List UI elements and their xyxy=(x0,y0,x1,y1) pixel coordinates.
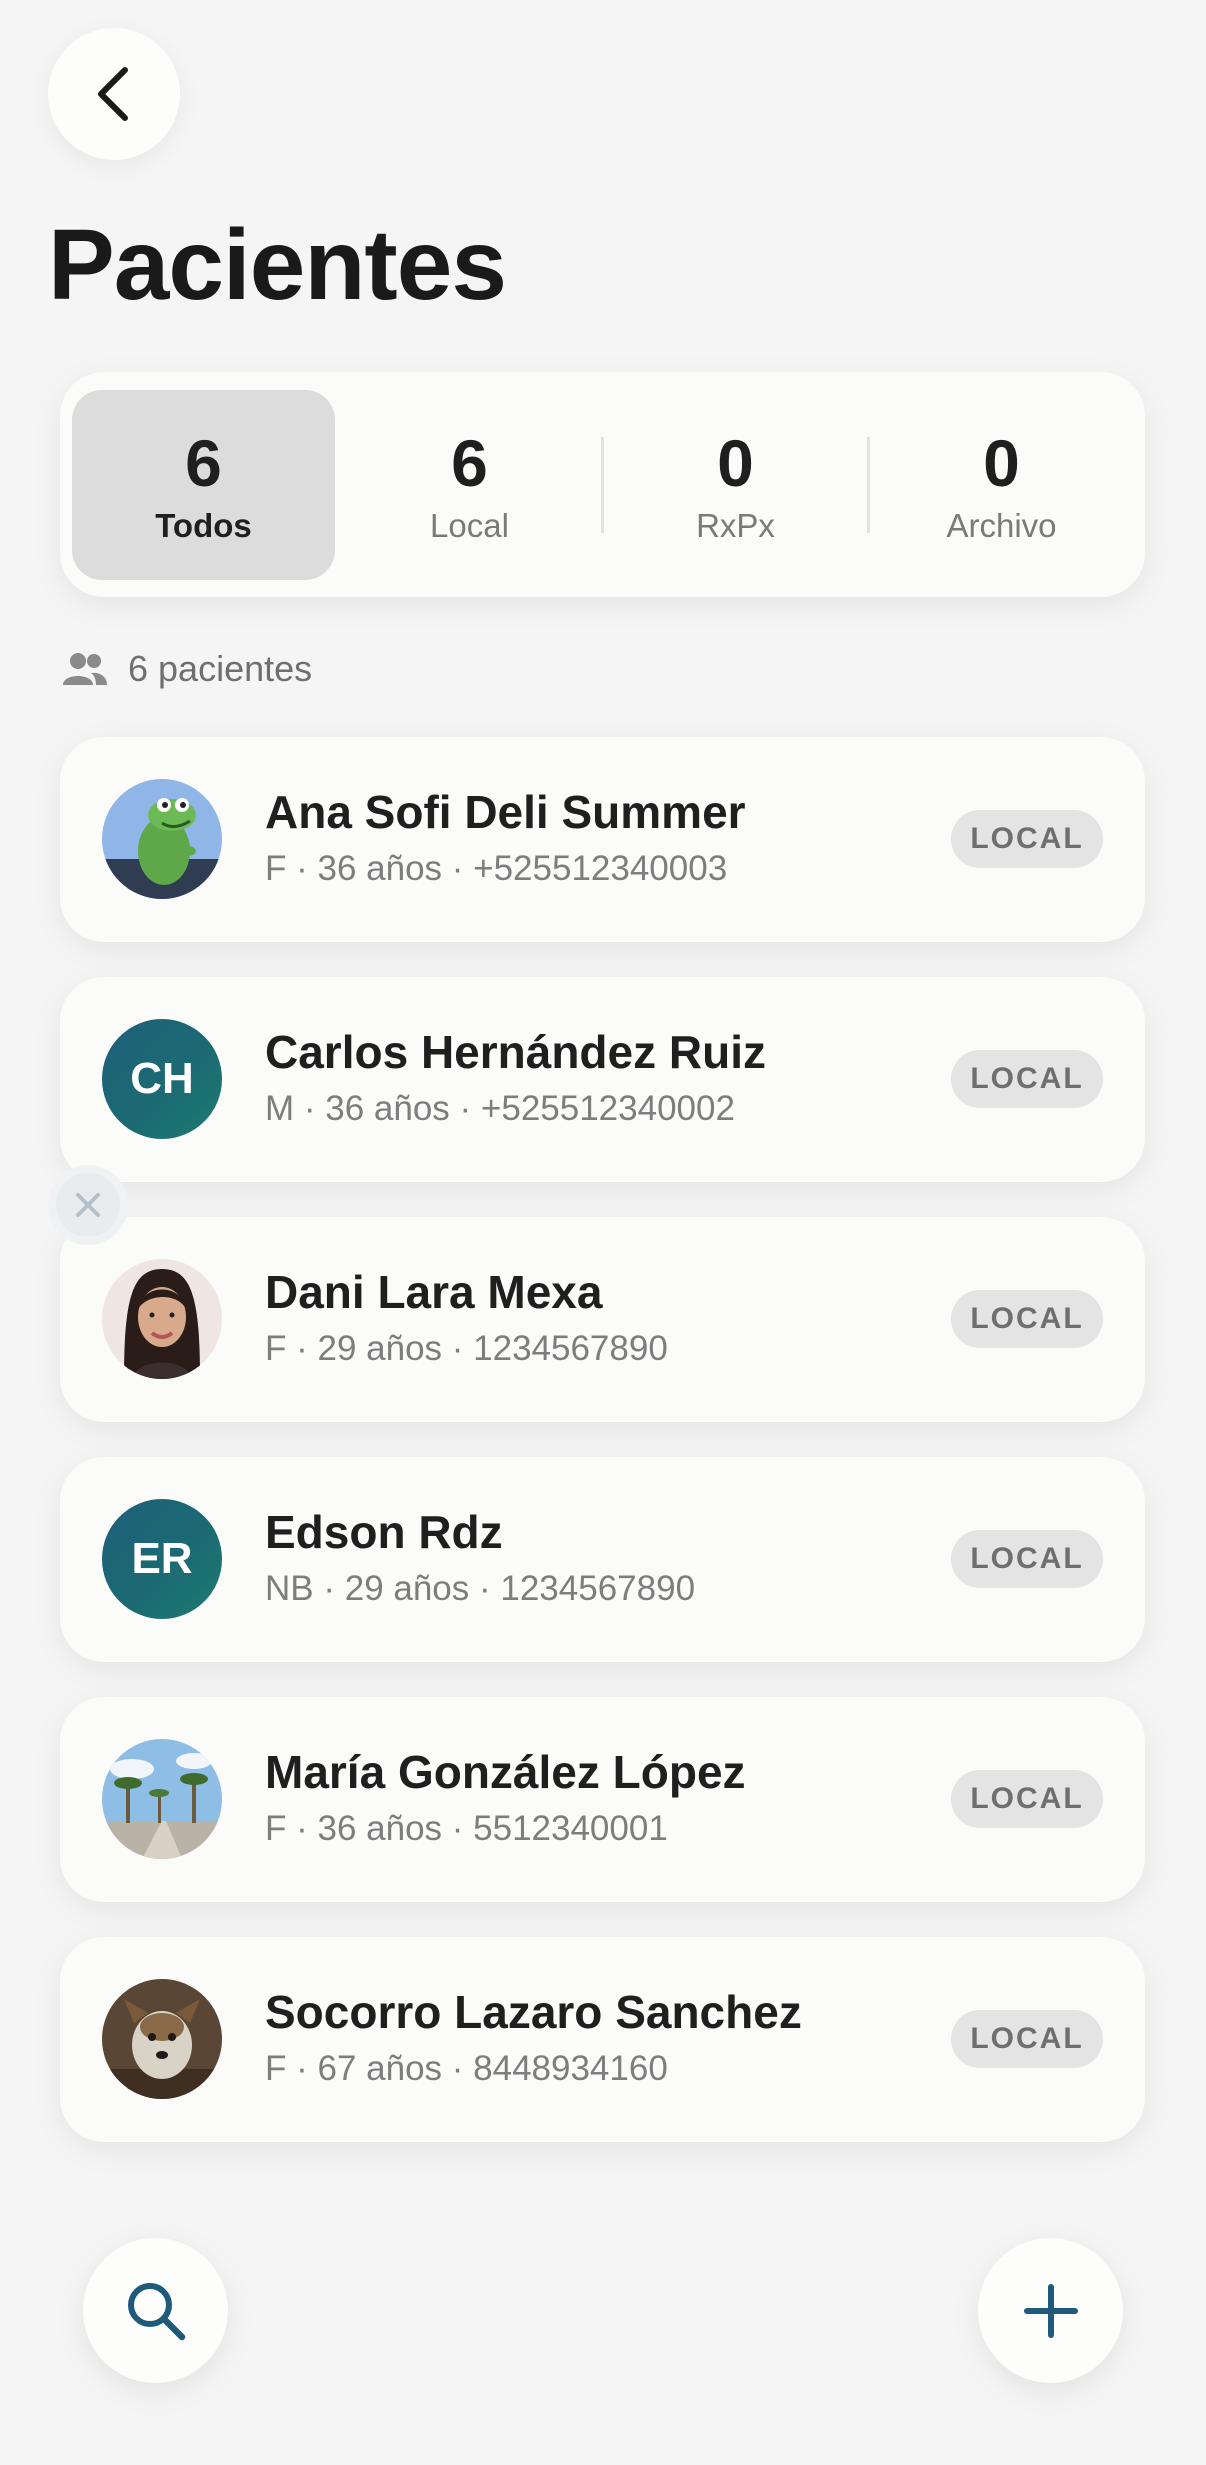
back-button[interactable] xyxy=(48,28,180,160)
source-badge: LOCAL xyxy=(951,810,1103,868)
patient-count-label: 6 pacientes xyxy=(128,648,313,689)
close-icon xyxy=(76,1193,100,1217)
dog-photo xyxy=(102,1979,222,2099)
palm-street-photo xyxy=(102,1739,222,1859)
patient-card[interactable]: Dani Lara Mexa F · 29 años · 1234567890 … xyxy=(60,1217,1145,1422)
avatar-initials: ER xyxy=(102,1499,222,1619)
filter-label: RxPx xyxy=(696,506,775,544)
page-title: Pacientes xyxy=(48,209,507,321)
filter-todos[interactable]: 6 Todos xyxy=(72,389,335,580)
patient-name: Carlos Hernández Ruiz xyxy=(265,1026,766,1078)
filter-label: Local xyxy=(430,506,509,544)
patient-name: María González López xyxy=(265,1746,746,1798)
search-button[interactable] xyxy=(83,2238,228,2383)
patient-info: F · 29 años · 1234567890 xyxy=(265,1329,668,1368)
patient-info: F · 67 años · 8448934160 xyxy=(265,2049,668,2088)
avatar xyxy=(102,779,222,899)
filter-label: Todos xyxy=(155,506,252,544)
woman-portrait-photo xyxy=(102,1259,222,1379)
patient-card[interactable]: Ana Sofi Deli Summer F · 36 años · +5255… xyxy=(60,737,1145,942)
source-badge: LOCAL xyxy=(951,1530,1103,1588)
avatar xyxy=(102,1979,222,2099)
patient-card[interactable]: ER Edson Rdz NB · 29 años · 1234567890 L… xyxy=(60,1457,1145,1662)
source-badge: LOCAL xyxy=(951,2010,1103,2068)
patient-count-row: 6 pacientes xyxy=(62,648,312,690)
source-badge: LOCAL xyxy=(951,1770,1103,1828)
plus-icon xyxy=(1023,2283,1078,2338)
filter-count: 6 xyxy=(185,425,222,500)
patient-info: F · 36 años · +525512340003 xyxy=(265,849,728,888)
search-icon xyxy=(127,2282,185,2340)
chevron-left-icon xyxy=(98,67,128,121)
filter-segmented-control: 6 Todos 6 Local 0 RxPx 0 Archivo xyxy=(60,372,1145,597)
avatar xyxy=(102,1739,222,1859)
dismiss-button[interactable] xyxy=(48,1165,128,1245)
filter-archivo[interactable]: 0 Archivo xyxy=(870,390,1133,580)
filter-rxpx[interactable]: 0 RxPx xyxy=(604,390,867,580)
patient-info: F · 36 años · 5512340001 xyxy=(265,1809,668,1848)
patient-name: Ana Sofi Deli Summer xyxy=(265,786,746,838)
patient-card[interactable]: CH Carlos Hernández Ruiz M · 36 años · +… xyxy=(60,977,1145,1182)
frog-toy-photo xyxy=(102,779,222,899)
patient-info: M · 36 años · +525512340002 xyxy=(265,1089,735,1128)
filter-count: 6 xyxy=(451,425,488,500)
filter-count: 0 xyxy=(983,425,1020,500)
avatar-initials: CH xyxy=(102,1019,222,1139)
patient-name: Edson Rdz xyxy=(265,1506,503,1558)
people-icon xyxy=(63,653,107,685)
source-badge: LOCAL xyxy=(951,1050,1103,1108)
filter-local[interactable]: 6 Local xyxy=(338,390,601,580)
patient-name: Dani Lara Mexa xyxy=(265,1266,603,1318)
source-badge: LOCAL xyxy=(951,1290,1103,1348)
patient-info: NB · 29 años · 1234567890 xyxy=(265,1569,696,1608)
add-patient-button[interactable] xyxy=(978,2238,1123,2383)
avatar xyxy=(102,1259,222,1379)
patient-card[interactable]: María González López F · 36 años · 55123… xyxy=(60,1697,1145,1902)
filter-label: Archivo xyxy=(946,506,1057,544)
patient-card[interactable]: Socorro Lazaro Sanchez F · 67 años · 844… xyxy=(60,1937,1145,2142)
patient-name: Socorro Lazaro Sanchez xyxy=(265,1986,802,2038)
filter-count: 0 xyxy=(717,425,754,500)
